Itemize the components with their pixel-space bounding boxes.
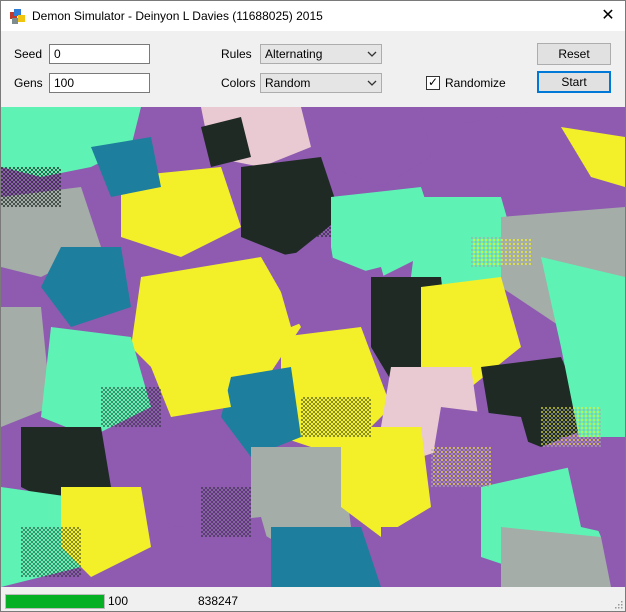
close-button[interactable]: ✕: [591, 1, 625, 31]
colors-select[interactable]: Random: [260, 73, 382, 93]
start-button[interactable]: Start: [537, 71, 611, 93]
progress-bar: [5, 594, 105, 609]
simulation-image: [1, 107, 625, 587]
reset-button[interactable]: Reset: [537, 43, 611, 65]
window-title: Demon Simulator - Deinyon L Davies (1168…: [32, 9, 323, 23]
gens-input[interactable]: 100: [49, 73, 150, 93]
generation-status: 100: [108, 594, 129, 608]
rules-select-value: Alternating: [265, 47, 323, 61]
resize-grip-icon[interactable]: [613, 599, 623, 609]
randomize-checkbox[interactable]: ✓: [426, 75, 440, 90]
rules-select[interactable]: Alternating: [260, 44, 382, 64]
title-bar: Demon Simulator - Deinyon L Davies (1168…: [1, 1, 625, 31]
seed-input[interactable]: 0: [49, 44, 150, 64]
chevron-down-icon: [367, 80, 377, 86]
simulation-canvas[interactable]: [1, 107, 625, 587]
rules-label: Rules: [221, 47, 252, 61]
seed-label: Seed: [14, 47, 43, 61]
colors-select-value: Random: [265, 76, 311, 90]
check-icon: ✓: [428, 75, 439, 89]
gens-label: Gens: [14, 76, 43, 90]
close-icon: ✕: [601, 7, 615, 24]
status-bar: 100 838247: [1, 589, 625, 611]
chevron-down-icon: [367, 51, 377, 57]
colors-label: Colors: [221, 76, 256, 90]
count-status: 838247: [198, 594, 239, 608]
randomize-label[interactable]: Randomize: [445, 76, 506, 90]
app-icon: [10, 9, 25, 24]
app-window: Demon Simulator - Deinyon L Davies (1168…: [0, 0, 626, 612]
progress-fill: [6, 595, 104, 608]
